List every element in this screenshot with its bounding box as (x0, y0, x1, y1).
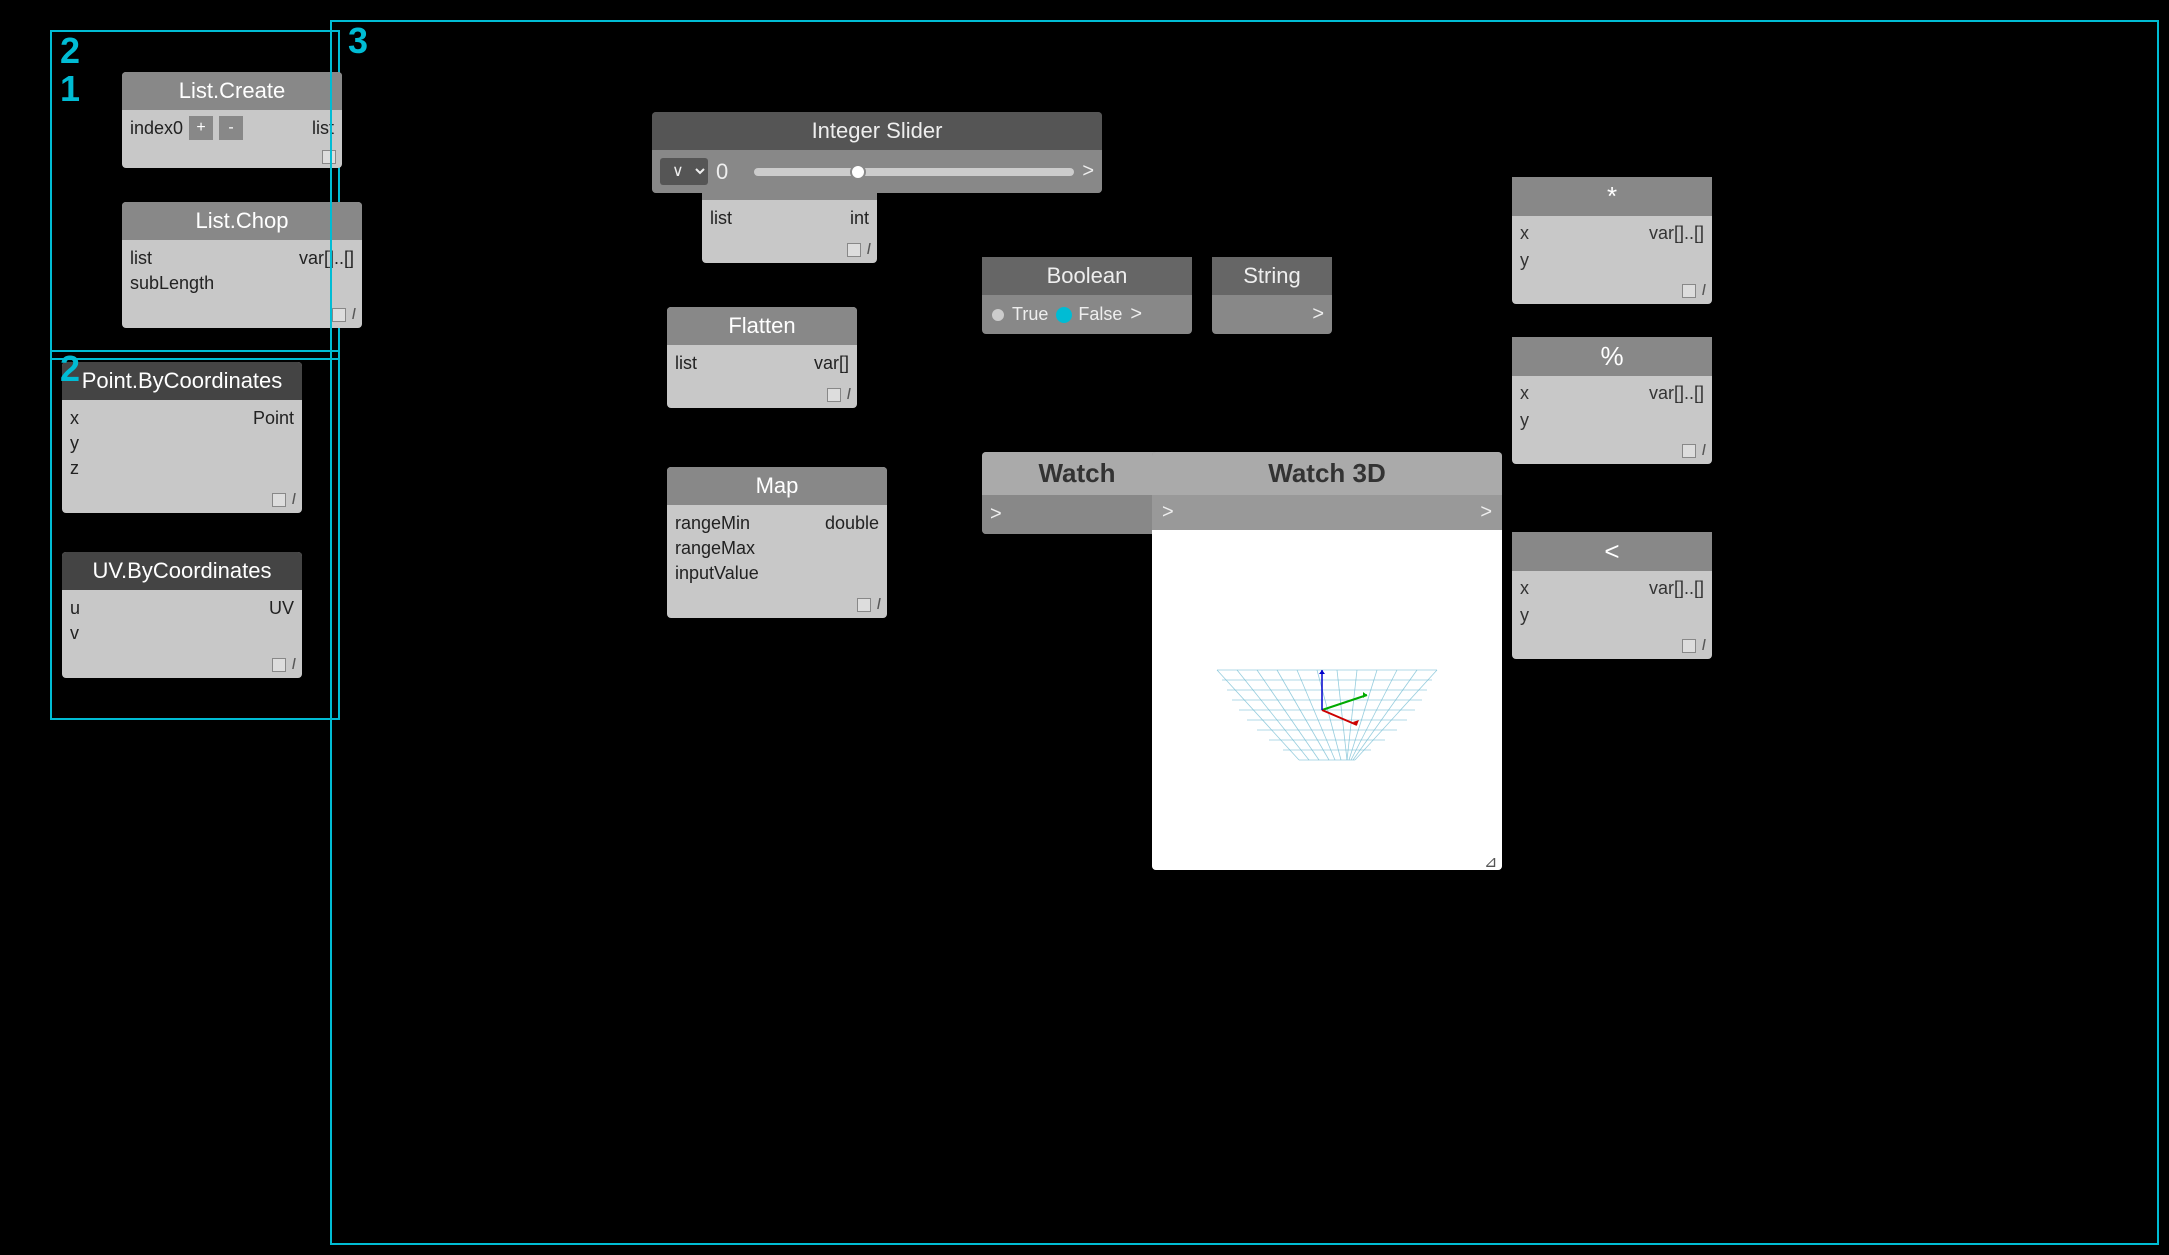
boolean-false-group[interactable]: False (1056, 304, 1122, 325)
flatten-port: I (847, 386, 851, 404)
count-port: I (867, 241, 871, 259)
map-rangeMin: rangeMin (675, 513, 750, 534)
star-op-node: * x var[]..[] y I (1512, 177, 1712, 304)
boolean-false-label: False (1078, 304, 1122, 325)
int-slider-track[interactable] (754, 168, 1074, 176)
flatten-node: Flatten list var[] I (667, 307, 857, 408)
map-checkbox[interactable] (857, 598, 871, 612)
flatten-checkbox[interactable] (827, 388, 841, 402)
point-port: I (292, 491, 296, 509)
lt-op-node: < x var[]..[] y I (1512, 532, 1712, 659)
point-output: Point (253, 408, 294, 429)
lt-op-x: x (1520, 578, 1529, 599)
list-create-node: List.Create index0 + - list (122, 72, 342, 168)
boolean-true-radio[interactable] (990, 307, 1006, 323)
list-create-minus[interactable]: - (219, 116, 243, 140)
string-title: String (1212, 257, 1332, 295)
int-slider-gt: > (1082, 160, 1094, 183)
star-op-title: * (1512, 177, 1712, 216)
count-input: list (710, 208, 732, 229)
uv-checkbox[interactable] (272, 658, 286, 672)
map-title: Map (667, 467, 887, 505)
boolean-node: Boolean True False > (982, 257, 1192, 334)
star-op-x: x (1520, 223, 1529, 244)
boolean-false-radio[interactable] (1056, 307, 1072, 323)
watch3d-resize[interactable]: ⊿ (1484, 852, 1498, 866)
uv-node: UV.ByCoordinates u UV v I (62, 552, 302, 678)
watch3d-gt-right: > (1480, 501, 1492, 524)
pct-op-y: y (1520, 410, 1529, 431)
list-create-title: List.Create (122, 72, 342, 110)
lt-op-port: I (1702, 637, 1706, 655)
int-slider-value: 0 (716, 159, 746, 185)
pct-op-title: % (1512, 337, 1712, 376)
boolean-title: Boolean (982, 257, 1192, 295)
point-z: z (70, 458, 79, 479)
uv-u: u (70, 598, 80, 619)
list-chop-title: List.Chop (122, 202, 362, 240)
list-chop-node: List.Chop list var[]..[] subLength I (122, 202, 362, 328)
watch3d-title: Watch 3D (1152, 452, 1502, 495)
watch3d-viewport: ⊿ (1152, 530, 1502, 870)
watch3d-svg (1187, 590, 1467, 810)
region3-panel: Count list int I Flatten list var[] I Ma… (330, 20, 2159, 1245)
watch-node: Watch > > (982, 452, 1172, 534)
point-x: x (70, 408, 79, 429)
count-output: int (850, 208, 869, 229)
string-gt: > (1312, 303, 1324, 326)
star-op-y: y (1520, 250, 1529, 271)
string-node: String > (1212, 257, 1332, 334)
star-op-output: var[]..[] (1649, 223, 1704, 244)
int-slider-title: Integer Slider (652, 112, 1102, 150)
uv-v: v (70, 623, 79, 644)
int-slider-dropdown[interactable]: ∨ (660, 158, 708, 185)
pct-op-node: % x var[]..[] y I (1512, 337, 1712, 464)
boolean-true-label: True (1012, 304, 1048, 325)
region1-label: 1 (60, 68, 80, 110)
star-op-port: I (1702, 282, 1706, 300)
map-output: double (825, 513, 879, 534)
region1-top-label: 2 (60, 30, 80, 72)
watch-title: Watch (982, 452, 1172, 495)
map-node: Map rangeMin double rangeMax inputValue … (667, 467, 887, 618)
lt-op-checkbox[interactable] (1682, 639, 1696, 653)
list-create-index: index0 (130, 118, 183, 139)
integer-slider-node: Integer Slider ∨ 0 > (652, 112, 1102, 193)
pct-op-x: x (1520, 383, 1529, 404)
region2-label: 2 (60, 348, 80, 390)
map-port: I (877, 596, 881, 614)
list-chop-input2: subLength (130, 273, 214, 294)
boolean-gt: > (1130, 303, 1142, 326)
watch3d-node: Watch 3D > > (1152, 452, 1502, 870)
point-checkbox[interactable] (272, 493, 286, 507)
flatten-title: Flatten (667, 307, 857, 345)
pct-op-output: var[]..[] (1649, 383, 1704, 404)
uv-output: UV (269, 598, 294, 619)
point-y: y (70, 433, 79, 454)
watch3d-gt-left: > (1162, 501, 1174, 524)
list-create-plus[interactable]: + (189, 116, 213, 140)
region3-label: 3 (348, 20, 368, 62)
watch-gt-left: > (990, 503, 1002, 526)
boolean-true-group[interactable]: True (990, 304, 1048, 325)
map-rangeMax: rangeMax (675, 538, 755, 559)
pct-op-port: I (1702, 442, 1706, 460)
region1-panel: List.Create index0 + - list List.Chop li… (50, 30, 340, 360)
flatten-input: list (675, 353, 697, 374)
star-op-checkbox[interactable] (1682, 284, 1696, 298)
point-node: Point.ByCoordinates x Point y z I (62, 362, 302, 513)
map-inputValue: inputValue (675, 563, 759, 584)
lt-op-output: var[]..[] (1649, 578, 1704, 599)
pct-op-checkbox[interactable] (1682, 444, 1696, 458)
flatten-output: var[] (814, 353, 849, 374)
uv-title: UV.ByCoordinates (62, 552, 302, 590)
uv-port: I (292, 656, 296, 674)
list-chop-input1: list (130, 248, 152, 269)
lt-op-y: y (1520, 605, 1529, 626)
point-title: Point.ByCoordinates (62, 362, 302, 400)
count-checkbox[interactable] (847, 243, 861, 257)
int-slider-thumb[interactable] (850, 164, 866, 180)
lt-op-title: < (1512, 532, 1712, 571)
region2-panel: Point.ByCoordinates x Point y z I UV.ByC… (50, 350, 340, 720)
